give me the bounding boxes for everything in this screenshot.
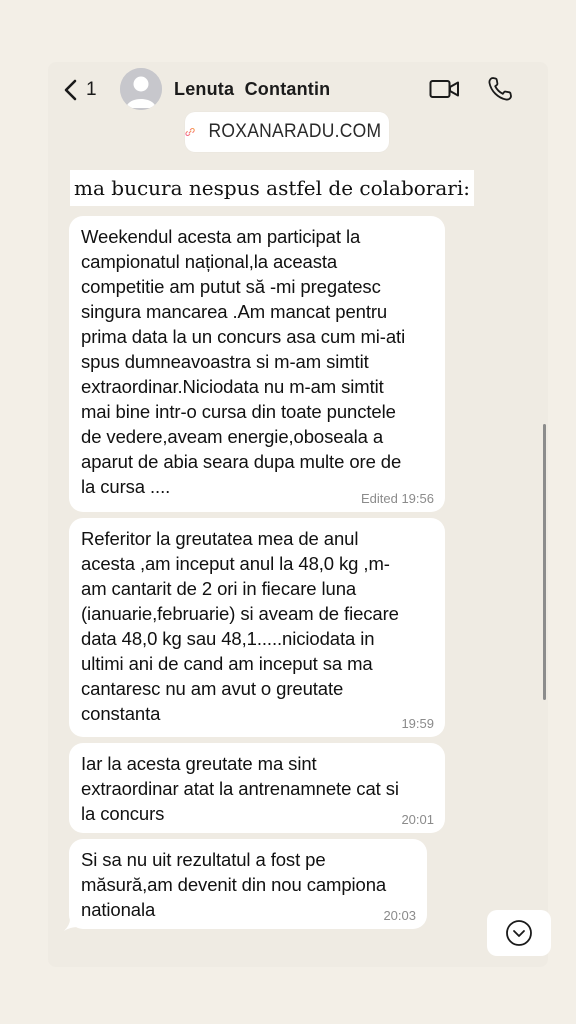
message-text: Referitor la greutatea mea de anul acest… — [81, 528, 399, 724]
back-button[interactable]: 1 — [62, 76, 97, 104]
contact-name[interactable]: Lenuta Contantin — [174, 79, 330, 100]
chat-screen: 1 Lenuta Contantin ROXANARADU.COM ma buc… — [48, 62, 551, 967]
message-time: 19:59 — [401, 716, 434, 731]
message-time: Edited 19:56 — [360, 491, 434, 506]
message-time: 20:01 — [401, 812, 434, 827]
caption-text: ma bucura nespus astfel de colaborari: — [70, 170, 474, 206]
watermark-text: ROXANARADU.COM — [208, 121, 382, 142]
message-text: Si sa nu uit rezultatul a fost pe măsură… — [81, 849, 387, 920]
chevron-down-circle-icon — [506, 920, 532, 946]
chat-header: 1 Lenuta Contantin — [48, 62, 548, 118]
scrollbar[interactable] — [543, 424, 546, 700]
bubble-tail — [64, 919, 78, 931]
video-camera-icon[interactable] — [429, 77, 461, 101]
chevron-left-icon — [64, 79, 77, 101]
message-text: Weekendul acesta am participat la campio… — [81, 226, 406, 497]
message-bubble[interactable]: Iar la acesta greutate ma sint extraordi… — [69, 743, 445, 833]
avatar-placeholder-icon — [120, 68, 162, 110]
phone-icon[interactable] — [486, 75, 514, 103]
unread-count: 1 — [86, 79, 97, 100]
message-bubble[interactable]: Referitor la greutatea mea de anul acest… — [69, 518, 445, 737]
scroll-to-bottom-button[interactable] — [487, 910, 551, 956]
message-bubble[interactable]: Weekendul acesta am participat la campio… — [69, 216, 445, 512]
watermark-badge: ROXANARADU.COM — [185, 112, 389, 152]
link-icon — [185, 127, 195, 137]
avatar[interactable] — [120, 68, 162, 110]
message-bubble[interactable]: Si sa nu uit rezultatul a fost pe măsură… — [69, 839, 427, 929]
message-time: 20:03 — [383, 908, 416, 923]
message-text: Iar la acesta greutate ma sint extraordi… — [81, 753, 399, 824]
